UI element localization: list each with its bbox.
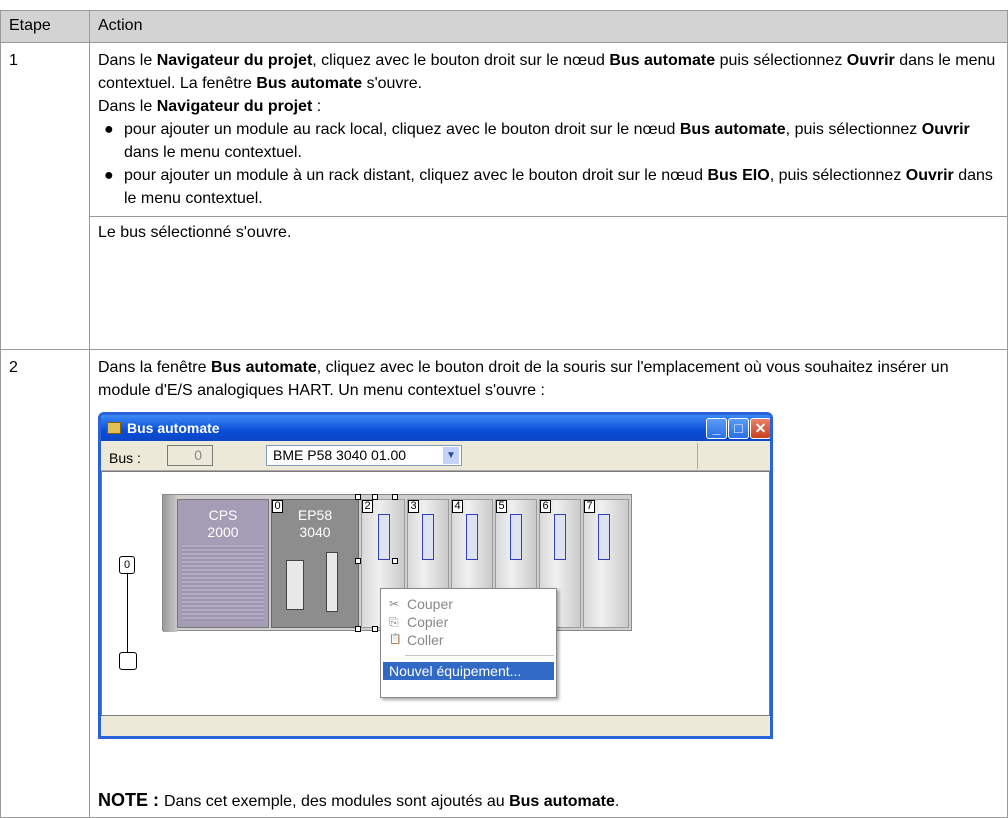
menu-item-copy[interactable]: ⎘ Copier	[381, 613, 556, 631]
minimize-button[interactable]: _	[706, 418, 727, 439]
menu-item-paste[interactable]: 📋 Coller	[381, 631, 556, 649]
menu-item-new-device[interactable]: Nouvel équipement...	[383, 662, 554, 680]
rack-rail	[163, 495, 177, 632]
step2-paragraph: Dans la fenêtre Bus automate, cliquez av…	[98, 359, 949, 399]
step1-paragraph: Dans le Navigateur du projet, cliquez av…	[98, 52, 996, 92]
slot-number: 4	[452, 500, 463, 513]
menu-item-cut[interactable]: ✂ Couper	[381, 595, 556, 613]
step-action: Dans le Navigateur du projet, cliquez av…	[89, 42, 1008, 350]
cpu-module[interactable]: 0 EP58 3040	[271, 499, 359, 628]
power-supply-module[interactable]: CPS 2000	[177, 499, 269, 628]
step1-result: Le bus sélectionné s'ouvre.	[90, 216, 1007, 248]
header-action: Action	[89, 10, 1008, 43]
selection-handle[interactable]	[355, 494, 361, 500]
step1-bullets: ● pour ajouter un module au rack local, c…	[98, 118, 999, 210]
window-title: Bus automate	[127, 420, 220, 436]
header-step: Etape	[0, 10, 90, 43]
note: NOTE : Dans cet exemple, des modules son…	[98, 790, 620, 810]
bus-line	[127, 574, 128, 652]
table-row: 1 Dans le Navigateur du projet, cliquez …	[0, 42, 1008, 350]
slot-module[interactable]: 7	[583, 499, 629, 628]
module-label: EP58	[297, 507, 333, 523]
step-action: Dans la fenêtre Bus automate, cliquez av…	[89, 349, 1008, 818]
step-number: 1	[0, 42, 90, 350]
slot-number: 2	[362, 500, 373, 513]
selection-handle[interactable]	[392, 558, 398, 564]
selection-handle[interactable]	[372, 494, 378, 500]
close-button[interactable]: ✕	[750, 418, 770, 439]
module-label: 2000	[207, 524, 239, 540]
rack-app-icon	[107, 422, 121, 434]
maximize-button[interactable]: □	[728, 418, 749, 439]
slot-number: 5	[496, 500, 507, 513]
table-header-row: Etape Action	[0, 10, 1008, 43]
table-row: 2 Dans la fenêtre Bus automate, cliquez …	[0, 349, 1008, 818]
bus-label: Bus :	[109, 450, 141, 466]
window-toolbar: Bus : 0 BME P58 3040 01.00 ▼	[101, 441, 770, 471]
slot-number: 3	[408, 500, 419, 513]
module-label: CPS	[208, 507, 238, 523]
list-item: ● pour ajouter un module à un rack distan…	[104, 167, 993, 207]
slot-connector	[510, 514, 522, 560]
slot-connector	[378, 514, 390, 560]
bus-number-field: 0	[167, 445, 213, 466]
module-vent	[182, 545, 264, 621]
bus-canvas[interactable]: 0 CPS 2000 0 EP58 3040 2 3 4 5 6 7 ✂ Cou…	[101, 471, 770, 716]
cpu-port	[286, 560, 304, 610]
menu-item-label: Couper	[407, 596, 453, 612]
window-titlebar: Bus automate _ □ ✕	[101, 415, 770, 441]
slot-connector	[598, 514, 610, 560]
paste-icon: 📋	[389, 634, 402, 645]
menu-item-label: Copier	[407, 614, 449, 630]
bus-end-node[interactable]	[119, 652, 137, 670]
chevron-down-icon[interactable]: ▼	[443, 447, 459, 464]
procedure-table: Etape Action 1 Dans le Navigateur du pro…	[0, 10, 1008, 818]
slot-connector	[466, 514, 478, 560]
module-label: 3040	[299, 524, 331, 540]
menu-item-label: Coller	[407, 632, 444, 648]
cpu-port	[326, 552, 338, 612]
step1-intro: Dans le Navigateur du projet :	[98, 98, 322, 115]
rack-select[interactable]: BME P58 3040 01.00 ▼	[266, 445, 462, 466]
slot-connector	[554, 514, 566, 560]
context-menu: ✂ Couper ⎘ Copier 📋 Coller Nouvel équipe…	[380, 588, 557, 698]
window-status-bar	[101, 717, 770, 736]
copy-icon: ⎘	[389, 615, 399, 629]
rack-select-value: BME P58 3040 01.00	[273, 447, 407, 463]
slot-number: 7	[584, 500, 595, 513]
menu-divider	[405, 655, 554, 656]
bus-node[interactable]: 0	[119, 556, 135, 574]
toolbar-divider	[697, 443, 698, 469]
slot-number: 6	[540, 500, 551, 513]
slot-connector	[422, 514, 434, 560]
selection-handle[interactable]	[392, 494, 398, 500]
list-item: ● pour ajouter un module au rack local, c…	[104, 121, 970, 161]
scissors-icon: ✂	[389, 597, 400, 611]
selection-handle[interactable]	[355, 558, 361, 564]
bus-automate-window: Bus automate _ □ ✕ Bus : 0 BME P58 3040 …	[98, 412, 773, 739]
slot-number: 0	[272, 500, 283, 513]
step-number: 2	[0, 349, 90, 818]
selection-handle[interactable]	[355, 626, 361, 632]
selection-handle[interactable]	[372, 626, 378, 632]
